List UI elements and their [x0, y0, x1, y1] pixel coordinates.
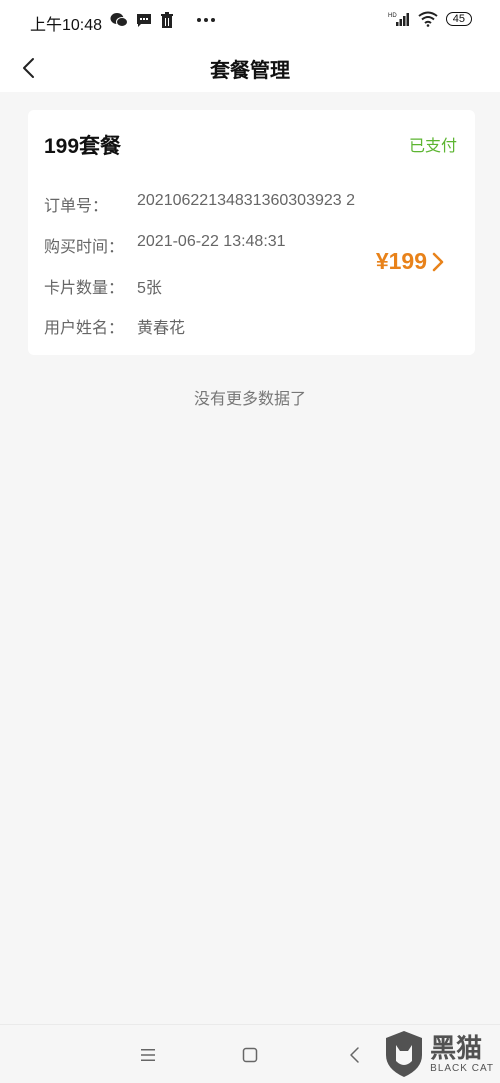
- wifi-icon: [418, 11, 438, 27]
- watermark-cn: 黑猫: [430, 1033, 483, 1064]
- chevron-right-icon: [432, 252, 444, 271]
- purchase-time-label: 购买时间：: [44, 237, 125, 256]
- order-number-row: 订单号： 20210622134831360303923 2: [44, 192, 355, 216]
- status-left-icons: [110, 12, 216, 28]
- card-count-row: 卡片数量： 5张: [44, 274, 162, 298]
- svg-text:HD: HD: [388, 13, 397, 19]
- more-dots-icon: [197, 18, 215, 22]
- screen: 上午10:48 HD 45 套餐管理 199套餐 已支付 订单号： 202106…: [0, 0, 500, 1083]
- back-nav-icon[interactable]: [343, 1043, 367, 1067]
- menu-icon[interactable]: [136, 1043, 160, 1067]
- order-number-label: 订单号：: [44, 196, 109, 215]
- header: 套餐管理: [0, 44, 500, 92]
- package-name: 199套餐: [44, 135, 122, 158]
- user-name-label: 用户姓名：: [44, 318, 125, 337]
- trash-icon: [161, 12, 173, 28]
- watermark-text: 黑猫 BLACK CAT: [430, 1035, 494, 1074]
- black-cat-watermark: 黑猫 BLACK CAT: [382, 1029, 494, 1079]
- no-more-data-text: 没有更多数据了: [193, 389, 306, 408]
- user-name-row: 用户姓名： 黄春花: [44, 314, 185, 338]
- purchase-time-row: 购买时间： 2021-06-22 13:48:31: [44, 233, 286, 257]
- hd-signal-icon: HD: [388, 13, 409, 26]
- price-value: ¥199: [375, 248, 427, 274]
- status-right: HD 45: [388, 11, 472, 27]
- black-cat-shield-icon: [386, 1031, 423, 1077]
- status-badge: 已支付: [408, 136, 457, 155]
- message-icon: [137, 13, 151, 27]
- home-icon[interactable]: [238, 1043, 262, 1067]
- watermark-en: BLACK CAT: [430, 1062, 494, 1074]
- battery-indicator: 45: [445, 12, 472, 26]
- card-count-label: 卡片数量：: [44, 278, 125, 297]
- order-number-value: 20210622134831360303923 2: [137, 192, 356, 209]
- price-link[interactable]: ¥199: [376, 248, 445, 275]
- user-name-value: 黄春花: [137, 320, 186, 337]
- purchase-time-value: 2021-06-22 13:48:31: [137, 233, 286, 250]
- status-time: 上午10:48: [30, 17, 103, 34]
- package-card[interactable]: 199套餐 已支付 订单号： 20210622134831360303923 2…: [28, 110, 475, 355]
- card-count-value: 5张: [137, 280, 162, 297]
- page-title: 套餐管理: [210, 58, 290, 82]
- wechat-icon: [110, 13, 128, 27]
- status-bar: 上午10:48 HD 45: [0, 0, 500, 44]
